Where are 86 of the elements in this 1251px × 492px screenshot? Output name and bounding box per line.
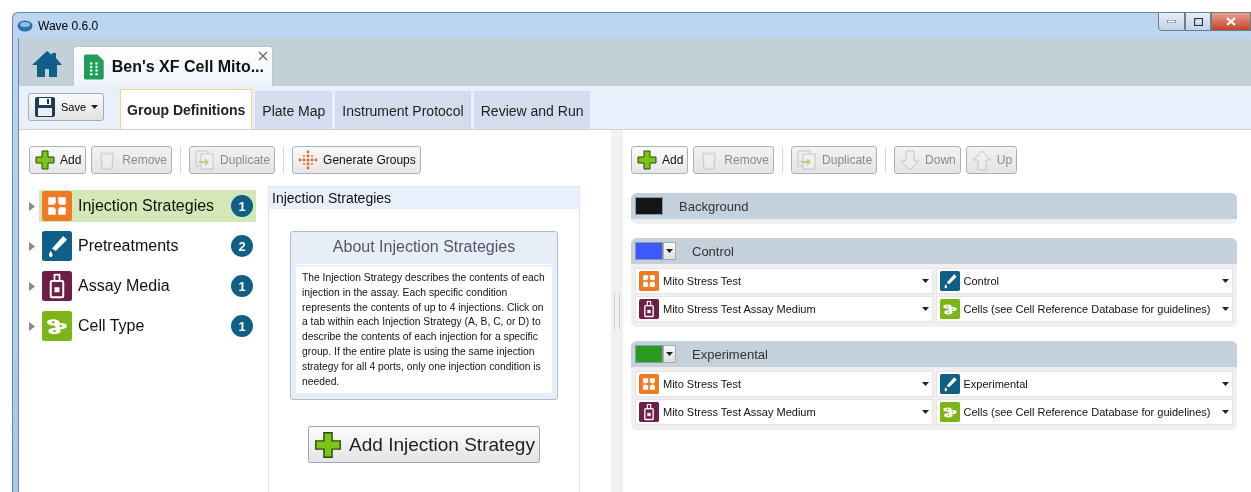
expand-arrow-icon[interactable] xyxy=(29,241,35,251)
expand-arrow-icon[interactable] xyxy=(29,321,35,331)
bottle-icon xyxy=(639,402,659,422)
caret-icon xyxy=(921,307,929,311)
bottle-icon xyxy=(42,271,72,301)
minimize-button[interactable] xyxy=(1158,12,1185,31)
expand-arrow-icon[interactable] xyxy=(29,281,35,291)
plus-icon xyxy=(34,149,56,171)
home-icon[interactable] xyxy=(31,50,63,78)
add-button[interactable]: Add xyxy=(29,146,87,174)
maximize-icon xyxy=(1193,17,1203,26)
dropper-icon xyxy=(42,231,72,261)
info-text: The Injection Strategy describes the contents of each injection in the assay. Each specific condition represents the contents of up to 4 injections. Click on a tab within each Injection Strategy (A, B, C, or D) to describe the contents of each injection for a specific group. If the entire plate is using the same injection strategy for all 4 ports, only one injection condition is needed. xyxy=(296,267,552,394)
tree-item-label: Injection Strategies xyxy=(78,197,216,215)
group-name: Control xyxy=(692,243,734,259)
caret-icon xyxy=(1222,307,1229,311)
document-tab[interactable]: Ben's XF Cell Mito... xyxy=(73,46,273,86)
down-arrow-icon xyxy=(899,149,922,171)
count-badge: 2 xyxy=(231,235,253,257)
injection-icon xyxy=(42,191,72,221)
dropper-icon xyxy=(939,374,960,394)
tree-item[interactable]: Cell Type 1 xyxy=(39,310,256,342)
count-badge: 1 xyxy=(231,275,253,297)
color-swatch[interactable] xyxy=(635,345,663,363)
tab[interactable]: Plate Map xyxy=(255,91,333,129)
caret-icon xyxy=(921,279,929,283)
tree-item[interactable]: Assay Media 1 xyxy=(39,270,256,302)
group-name: Experimental xyxy=(692,346,768,362)
caret-icon xyxy=(1222,279,1229,283)
caret-icon xyxy=(921,410,929,414)
generate-button[interactable]: Generate Groups xyxy=(292,146,421,174)
group-name: Background xyxy=(679,198,749,214)
dropdown-field[interactable]: Cells (see Cell Reference Database for guidelines) xyxy=(935,399,1233,425)
dropper-icon xyxy=(939,271,960,291)
dropdown-button[interactable] xyxy=(663,345,676,363)
tab[interactable]: Review and Run xyxy=(473,91,591,129)
app-icon xyxy=(17,19,33,32)
save-button[interactable]: Save xyxy=(28,92,105,121)
window-title: Wave 0.6.0 xyxy=(38,18,99,33)
duplicate-icon xyxy=(796,149,819,171)
duplicate-icon xyxy=(194,149,217,171)
bottle-icon xyxy=(639,299,659,319)
panel-title: Injection Strategies xyxy=(269,187,579,209)
dropdown-field[interactable]: Mito Stress Test Assay Medium xyxy=(635,399,933,425)
caret-icon xyxy=(91,104,99,109)
dropdown-field[interactable]: Mito Stress Test xyxy=(635,268,933,294)
caret-icon xyxy=(921,382,929,386)
tree-item-label: Pretreatments xyxy=(78,237,180,255)
tree-item[interactable]: Injection Strategies 1 xyxy=(39,190,256,222)
dropdown-field[interactable]: Mito Stress Test xyxy=(635,371,933,397)
tree-item-label: Assay Media xyxy=(78,277,171,295)
tree-item-label: Cell Type xyxy=(78,317,146,335)
close-icon xyxy=(1226,17,1236,26)
injection-icon xyxy=(639,374,659,394)
close-icon[interactable] xyxy=(258,51,268,61)
up-arrow-icon xyxy=(970,149,993,171)
dropdown-field[interactable]: Control xyxy=(935,268,1233,294)
minimize-icon xyxy=(1167,20,1176,23)
close-button[interactable] xyxy=(1211,12,1251,31)
injection-icon xyxy=(639,271,659,291)
dot-grid-icon xyxy=(297,149,320,171)
dropdown-field[interactable]: Experimental xyxy=(935,371,1233,397)
dropdown-field[interactable]: Mito Stress Test Assay Medium xyxy=(635,296,933,322)
plus-icon xyxy=(636,149,658,171)
caret-icon xyxy=(1222,410,1229,414)
expand-arrow-icon[interactable] xyxy=(29,201,35,211)
dropdown-field[interactable]: Cells (see Cell Reference Database for guidelines) xyxy=(935,296,1233,322)
dropdown-button[interactable] xyxy=(663,242,676,260)
caret-icon xyxy=(666,249,673,253)
caret-icon xyxy=(1222,382,1229,386)
tab[interactable]: Group Definitions xyxy=(120,89,253,129)
maximize-button[interactable] xyxy=(1185,12,1211,31)
count-badge: 1 xyxy=(231,315,253,337)
cells-icon xyxy=(939,299,960,319)
add-injection-strategy-button[interactable]: Add Injection Strategy xyxy=(308,426,540,464)
cells-icon xyxy=(42,311,72,341)
color-swatch[interactable] xyxy=(635,242,663,260)
add-button[interactable]: Add xyxy=(631,146,689,174)
count-badge: 1 xyxy=(231,195,253,217)
tree-item[interactable]: Pretreatments 2 xyxy=(39,230,256,262)
spreadsheet-icon xyxy=(84,52,104,81)
cells-icon xyxy=(939,402,960,422)
tab[interactable]: Instrument Protocol xyxy=(335,91,471,129)
plus-icon xyxy=(313,429,344,460)
info-title: About Injection Strategies xyxy=(296,238,552,265)
caret-icon xyxy=(666,352,673,356)
